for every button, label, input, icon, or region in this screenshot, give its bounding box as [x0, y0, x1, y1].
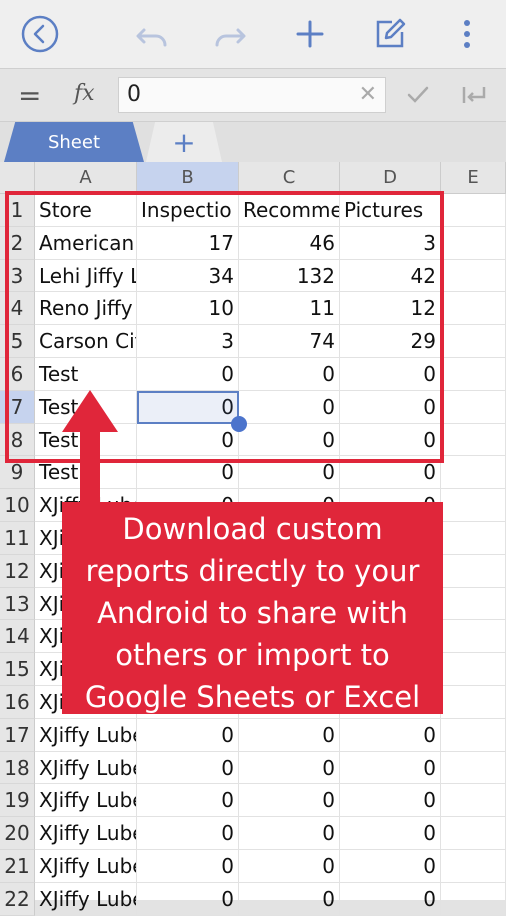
cell-d21[interactable]: 0: [340, 850, 441, 883]
cell-e15[interactable]: [441, 653, 506, 686]
row-header[interactable]: 19: [0, 784, 35, 818]
row-header[interactable]: 10: [0, 489, 35, 522]
cell-e13[interactable]: [441, 587, 506, 621]
cell-d20[interactable]: 0: [340, 817, 441, 850]
callout-box: Download custom reports directly to your…: [62, 502, 443, 714]
top-toolbar: [0, 0, 506, 69]
cell-a20[interactable]: XJiffy Lube: [35, 817, 137, 850]
equals-icon[interactable]: =: [18, 79, 41, 112]
cell-a18[interactable]: XJiffy Lube: [35, 751, 137, 785]
check-icon[interactable]: [404, 81, 432, 113]
cell-a22[interactable]: XJiffy Lube: [35, 882, 137, 916]
formula-bar: = fx 0 ✕: [0, 69, 506, 122]
cell-d19[interactable]: 0: [340, 784, 441, 818]
callout-line: Android to share with: [97, 596, 408, 630]
cell-c19[interactable]: 0: [239, 784, 340, 818]
cell-e19[interactable]: [441, 784, 506, 818]
formula-value: 0: [127, 82, 141, 107]
tab-sheet[interactable]: Sheet: [4, 122, 144, 162]
function-icon[interactable]: fx: [74, 81, 95, 106]
cell-b17[interactable]: 0: [137, 718, 239, 752]
clear-icon[interactable]: ✕: [359, 82, 377, 107]
callout-line: Download custom: [122, 512, 383, 546]
cell-e12[interactable]: [441, 554, 506, 588]
cell-e14[interactable]: [441, 620, 506, 654]
edit-icon[interactable]: [370, 14, 410, 54]
sheet-tab-bar: Sheet +: [0, 122, 506, 162]
cell-e7[interactable]: [441, 390, 506, 424]
cell-c22[interactable]: 0: [239, 882, 340, 916]
row-header[interactable]: 14: [0, 620, 35, 654]
back-circle-icon[interactable]: [20, 14, 60, 54]
cell-b18[interactable]: 0: [137, 751, 239, 785]
cell-e16[interactable]: [441, 686, 506, 719]
cell-e5[interactable]: [441, 325, 506, 358]
callout-line: Google Sheets or Excel: [84, 680, 421, 714]
row-header[interactable]: 16: [0, 686, 35, 719]
cell-b20[interactable]: 0: [137, 817, 239, 850]
row-header[interactable]: 13: [0, 587, 35, 621]
row-header[interactable]: 15: [0, 653, 35, 686]
cell-c17[interactable]: 0: [239, 718, 340, 752]
cell-e3[interactable]: [441, 259, 506, 293]
cell-e1[interactable]: [441, 194, 506, 227]
cell-e10[interactable]: [441, 489, 506, 522]
cell-e2[interactable]: [441, 226, 506, 260]
row-header[interactable]: 18: [0, 751, 35, 785]
row-header[interactable]: 17: [0, 718, 35, 752]
column-header-a[interactable]: A: [35, 162, 137, 194]
cell-e6[interactable]: [441, 358, 506, 391]
cell-a21[interactable]: XJiffy Lube: [35, 850, 137, 883]
select-all-corner[interactable]: [0, 162, 35, 194]
cell-c20[interactable]: 0: [239, 817, 340, 850]
cell-d17[interactable]: 0: [340, 718, 441, 752]
callout-line: others or import to: [115, 638, 390, 672]
cell-a19[interactable]: XJiffy Lube: [35, 784, 137, 818]
cell-e4[interactable]: [441, 292, 506, 326]
cell-e21[interactable]: [441, 850, 506, 883]
callout-line: reports directly to your: [85, 554, 420, 588]
cell-b19[interactable]: 0: [137, 784, 239, 818]
column-header-e[interactable]: E: [441, 162, 506, 194]
cell-e22[interactable]: [441, 882, 506, 916]
row-header[interactable]: 21: [0, 850, 35, 883]
column-header-b[interactable]: B: [137, 162, 239, 194]
cell-e18[interactable]: [441, 751, 506, 785]
cell-e9[interactable]: [441, 456, 506, 490]
enter-icon[interactable]: [460, 81, 488, 113]
row-header[interactable]: 20: [0, 817, 35, 850]
cell-e8[interactable]: [441, 423, 506, 457]
highlight-box: [5, 191, 444, 463]
row-header[interactable]: 12: [0, 554, 35, 588]
cell-e11[interactable]: [441, 522, 506, 555]
cell-b21[interactable]: 0: [137, 850, 239, 883]
column-header-d[interactable]: D: [340, 162, 441, 194]
row-header[interactable]: 11: [0, 522, 35, 555]
cell-d22[interactable]: 0: [340, 882, 441, 916]
undo-icon[interactable]: [132, 14, 172, 54]
column-header-c[interactable]: C: [239, 162, 340, 194]
cell-e20[interactable]: [441, 817, 506, 850]
cell-e17[interactable]: [441, 718, 506, 752]
add-sheet-button[interactable]: +: [146, 122, 222, 162]
cell-c21[interactable]: 0: [239, 850, 340, 883]
more-vert-icon[interactable]: [447, 14, 487, 54]
formula-input[interactable]: 0 ✕: [118, 77, 386, 113]
cell-c18[interactable]: 0: [239, 751, 340, 785]
redo-icon[interactable]: [210, 14, 250, 54]
cell-d18[interactable]: 0: [340, 751, 441, 785]
cell-a17[interactable]: XJiffy Lube: [35, 718, 137, 752]
row-header[interactable]: 22: [0, 882, 35, 916]
cell-b22[interactable]: 0: [137, 882, 239, 916]
plus-icon[interactable]: [290, 14, 330, 54]
